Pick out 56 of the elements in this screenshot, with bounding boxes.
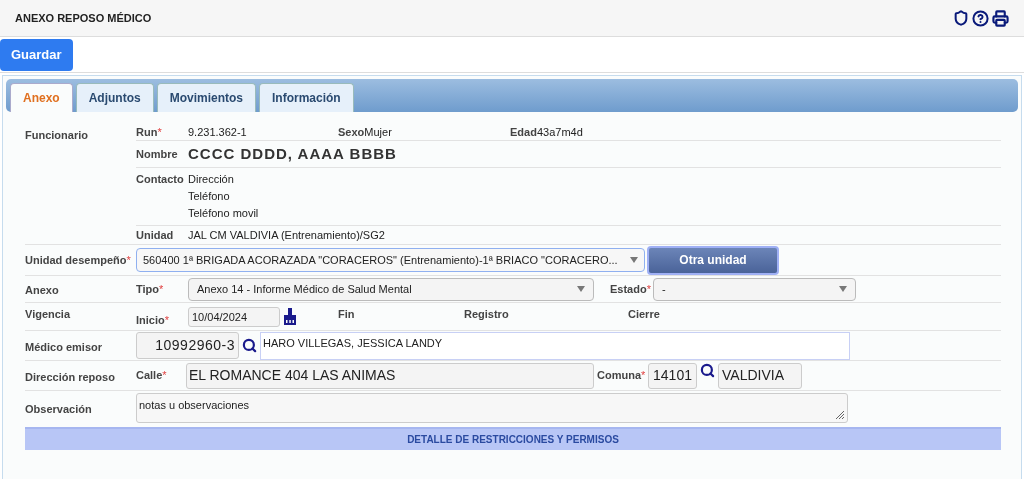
commune-name-field: VALDIVIA xyxy=(718,362,802,389)
status-select[interactable]: - xyxy=(652,277,856,301)
section-bar: DETALLE DE RESTRICCIONES Y PERMISOS xyxy=(25,427,1001,450)
search-icon[interactable] xyxy=(700,363,715,378)
contact-line: Dirección xyxy=(188,172,235,187)
row-label: Observación xyxy=(25,403,92,416)
row-label: Anexo xyxy=(25,284,59,297)
tab[interactable]: Información xyxy=(259,83,354,112)
field-label: Estado* xyxy=(610,281,651,297)
commune-code-field[interactable]: 14101 xyxy=(648,362,697,389)
field-label: Tipo* xyxy=(136,281,165,297)
doctor-name-field: HARO VILLEGAS, JESSICA LANDY xyxy=(260,331,850,360)
save-button[interactable]: Guardar xyxy=(0,38,73,71)
other-unit-button[interactable]: Otra unidad xyxy=(647,245,779,275)
field-label: Fin xyxy=(338,308,355,320)
field-label: Comuna* xyxy=(597,368,647,384)
doctor-id-field[interactable]: 10992960-3 xyxy=(136,332,239,359)
unit-value: JAL CM VALDIVIA (Entrenamiento)/SG2 xyxy=(188,227,385,243)
field-label: Unidad desempeño* xyxy=(25,253,131,266)
tab[interactable]: Adjuntos xyxy=(75,83,154,112)
field-label: Calle* xyxy=(136,368,168,384)
field-label: Contacto xyxy=(136,172,185,187)
row-label: Funcionario xyxy=(25,129,88,141)
observation-field[interactable]: notas u observaciones xyxy=(136,393,848,423)
field-label: Unidad xyxy=(136,227,175,243)
row-label: Dirección reposo xyxy=(25,370,115,383)
page-title: ANEXO REPOSO MÉDICO xyxy=(15,10,152,26)
field-label: Sexo xyxy=(338,124,365,140)
age-value: 43a7m4d xyxy=(536,124,583,140)
field-label: Registro xyxy=(464,308,509,320)
help-icon[interactable] xyxy=(972,9,989,27)
contact-line: Teléfono xyxy=(188,189,231,204)
resize-handle-icon[interactable] xyxy=(835,410,845,420)
tab[interactable]: Movimientos xyxy=(156,83,257,112)
caret-icon xyxy=(838,286,847,292)
caret-icon xyxy=(630,257,638,263)
field-label: Cierre xyxy=(628,308,660,320)
shield-icon[interactable] xyxy=(953,10,969,26)
unit-select[interactable]: 560400 1ª BRIGADA ACORAZADA "CORACEROS" (Entrenamiento)-1ª BRIACO "CORACERO... xyxy=(136,248,645,272)
field-label: Inicio* xyxy=(136,313,170,328)
run-value: 9.231.362-1 xyxy=(188,124,248,140)
brush-icon[interactable] xyxy=(283,308,297,325)
sex-value: Mujer xyxy=(364,124,392,140)
start-date-field[interactable]: 10/04/2024 xyxy=(188,307,280,327)
field-label: Edad xyxy=(510,124,537,140)
row-label: Vigencia xyxy=(25,308,71,320)
search-icon[interactable] xyxy=(242,338,257,353)
street-field[interactable]: EL ROMANCE 404 LAS ANIMAS xyxy=(186,362,594,389)
contact-line: Teléfono movil xyxy=(188,206,259,221)
name-value: CCCC DDDD, AAAA BBBB xyxy=(188,143,397,164)
caret-icon xyxy=(577,286,585,292)
type-select[interactable]: Anexo 14 - Informe Médico de Salud Mental xyxy=(188,277,594,301)
printer-icon[interactable] xyxy=(992,9,1009,27)
field-label: Nombre xyxy=(136,146,179,162)
field-label: Run* xyxy=(136,124,163,140)
row-label: Médico emisor xyxy=(25,340,103,353)
